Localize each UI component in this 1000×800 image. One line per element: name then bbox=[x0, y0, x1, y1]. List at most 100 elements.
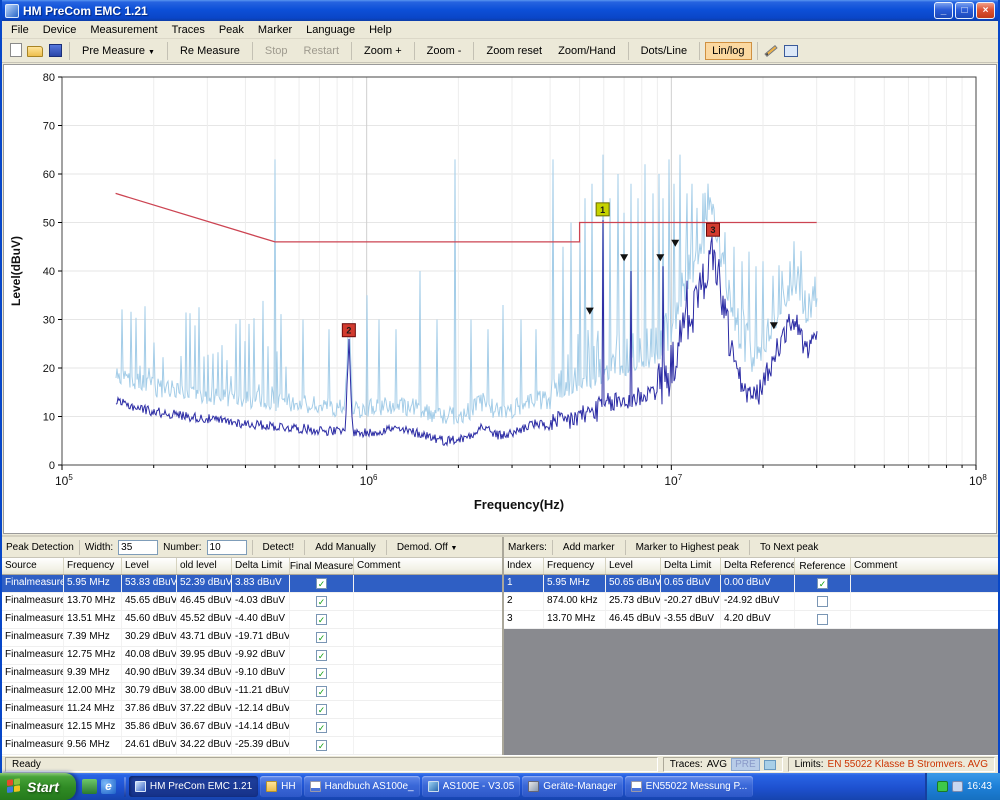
peak-table-row[interactable]: Finalmeasure11.24 MHz37.86 dBuV37.22 dBu… bbox=[2, 701, 502, 719]
column-header[interactable]: Delta Limit bbox=[232, 558, 290, 574]
peak-table-row[interactable]: Finalmeasure9.39 MHz40.90 dBuV39.34 dBuV… bbox=[2, 665, 502, 683]
tray-status-icon[interactable] bbox=[937, 781, 948, 792]
peak-table-row[interactable]: Finalmeasure7.39 MHz30.29 dBuV43.71 dBuV… bbox=[2, 629, 502, 647]
maximize-button[interactable]: □ bbox=[955, 2, 974, 19]
checkbox[interactable]: ✓ bbox=[316, 722, 327, 733]
checkbox[interactable]: ✓ bbox=[316, 668, 327, 679]
taskbar-item[interactable]: HH bbox=[260, 776, 301, 797]
checkbox[interactable]: ✓ bbox=[316, 614, 327, 625]
markers-title: Markers: bbox=[508, 542, 547, 553]
chart-marker-2[interactable]: 2 bbox=[342, 324, 355, 337]
scope-icon[interactable] bbox=[784, 43, 800, 58]
window-title: HM PreCom EMC 1.21 bbox=[23, 4, 934, 18]
table-cell: 46.45 dBuV bbox=[177, 593, 232, 610]
number-input[interactable] bbox=[207, 540, 247, 555]
column-header[interactable]: Comment bbox=[354, 558, 502, 574]
title-bar[interactable]: HM PreCom EMC 1.21 _ □ × bbox=[2, 0, 998, 21]
column-header[interactable]: old level bbox=[177, 558, 232, 574]
lin-log-button[interactable]: Lin/log bbox=[705, 42, 751, 60]
re-measure-button[interactable]: Re Measure bbox=[173, 42, 247, 60]
close-button[interactable]: × bbox=[976, 2, 995, 19]
checkbox[interactable]: ✓ bbox=[316, 740, 327, 751]
y-tick-label: 80 bbox=[43, 72, 55, 84]
taskbar-item[interactable]: HM PreCom EMC 1.21 bbox=[129, 776, 258, 797]
taskbar-item[interactable]: EN55022 Messung P... bbox=[625, 776, 754, 797]
tray-volume-icon[interactable] bbox=[952, 781, 963, 792]
dots-line-button[interactable]: Dots/Line bbox=[634, 42, 694, 60]
chart-marker-1[interactable]: 1 bbox=[596, 203, 609, 216]
detect-button[interactable]: Detect! bbox=[258, 541, 300, 554]
checkbox[interactable]: ✓ bbox=[316, 632, 327, 643]
table-cell: -9.10 dBuV bbox=[232, 665, 290, 682]
menu-item-measurement[interactable]: Measurement bbox=[83, 22, 164, 38]
add-manually-button[interactable]: Add Manually bbox=[310, 541, 381, 554]
desktop-icon[interactable] bbox=[82, 779, 97, 794]
column-header[interactable]: Delta Limit bbox=[661, 558, 721, 574]
minimize-button[interactable]: _ bbox=[934, 2, 953, 19]
triangle-marker-icon bbox=[620, 254, 628, 261]
column-header[interactable]: Level bbox=[606, 558, 661, 574]
menu-item-device[interactable]: Device bbox=[36, 22, 84, 38]
menu-item-traces[interactable]: Traces bbox=[165, 22, 212, 38]
checkbox[interactable]: ✓ bbox=[316, 686, 327, 697]
checkbox[interactable]: ✓ bbox=[316, 596, 327, 607]
zoom-hand-button[interactable]: Zoom/Hand bbox=[551, 42, 622, 60]
internet-explorer-icon[interactable]: e bbox=[101, 779, 116, 794]
chart-marker-3[interactable]: 3 bbox=[706, 223, 719, 236]
peak-table-row[interactable]: Finalmeasure12.15 MHz35.86 dBuV36.67 dBu… bbox=[2, 719, 502, 737]
column-header[interactable]: Frequency bbox=[64, 558, 122, 574]
taskbar-item[interactable]: Handbuch AS100e_ bbox=[304, 776, 420, 797]
new-file-icon[interactable] bbox=[7, 43, 23, 58]
checkbox[interactable]: ✓ bbox=[316, 650, 327, 661]
demod-dropdown[interactable]: Demod. Off ▼ bbox=[392, 541, 463, 554]
peak-table-row[interactable]: Finalmeasure13.51 MHz45.60 dBuV45.52 dBu… bbox=[2, 611, 502, 629]
pencil-icon[interactable] bbox=[764, 43, 780, 58]
column-header[interactable]: Comment bbox=[851, 558, 998, 574]
zoom-out-button[interactable]: Zoom - bbox=[420, 42, 469, 60]
width-input[interactable] bbox=[118, 540, 158, 555]
peak-table-row[interactable]: Finalmeasure9.56 MHz24.61 dBuV34.22 dBuV… bbox=[2, 737, 502, 755]
taskbar-item[interactable]: Geräte-Manager bbox=[522, 776, 622, 797]
peak-table-row[interactable]: Finalmeasure5.95 MHz53.83 dBuV52.39 dBuV… bbox=[2, 575, 502, 593]
taskbar-item[interactable]: AS100E - V3.05 bbox=[422, 776, 521, 797]
open-file-icon[interactable] bbox=[27, 43, 43, 58]
menu-item-marker[interactable]: Marker bbox=[251, 22, 299, 38]
column-header[interactable]: Reference bbox=[795, 558, 851, 574]
column-header[interactable]: Level bbox=[122, 558, 177, 574]
marker-table-header: Index Frequency Level Delta Limit Delta … bbox=[504, 558, 998, 575]
checkbox[interactable] bbox=[817, 614, 828, 625]
column-header[interactable]: Index bbox=[504, 558, 544, 574]
peak-table-row[interactable]: Finalmeasure13.70 MHz45.65 dBuV46.45 dBu… bbox=[2, 593, 502, 611]
spectrum-chart[interactable]: 01020304050607080105106107108Frequency(H… bbox=[4, 65, 996, 534]
peak-table-row[interactable]: Finalmeasure12.00 MHz30.79 dBuV38.00 dBu… bbox=[2, 683, 502, 701]
checkbox[interactable]: ✓ bbox=[316, 578, 327, 589]
checkbox[interactable]: ✓ bbox=[316, 704, 327, 715]
peak-table-row[interactable]: Finalmeasure12.75 MHz40.08 dBuV39.95 dBu… bbox=[2, 647, 502, 665]
checkbox[interactable] bbox=[817, 596, 828, 607]
to-next-peak-button[interactable]: To Next peak bbox=[755, 541, 823, 554]
table-cell: 13.70 MHz bbox=[64, 593, 122, 610]
save-icon[interactable] bbox=[47, 43, 63, 58]
zoom-in-button[interactable]: Zoom + bbox=[357, 42, 409, 60]
add-marker-button[interactable]: Add marker bbox=[558, 541, 620, 554]
menu-item-help[interactable]: Help bbox=[362, 22, 399, 38]
chevron-down-icon: ▼ bbox=[451, 545, 458, 552]
pre-measure-button[interactable]: Pre Measure ▼ bbox=[75, 42, 162, 60]
zoom-reset-button[interactable]: Zoom reset bbox=[479, 42, 549, 60]
column-header[interactable]: Delta Reference bbox=[721, 558, 795, 574]
marker-table-row[interactable]: 15.95 MHz50.65 dBuV0.65 dBuV0.00 dBuV✓ bbox=[504, 575, 998, 593]
start-button[interactable]: Start bbox=[0, 773, 76, 800]
marker-to-highest-peak-button[interactable]: Marker to Highest peak bbox=[631, 541, 744, 554]
column-header[interactable]: Final Measure bbox=[290, 558, 354, 574]
menu-item-language[interactable]: Language bbox=[299, 22, 362, 38]
column-header[interactable]: Frequency bbox=[544, 558, 606, 574]
checkbox[interactable]: ✓ bbox=[817, 578, 828, 589]
menu-item-file[interactable]: File bbox=[4, 22, 36, 38]
menu-item-peak[interactable]: Peak bbox=[212, 22, 251, 38]
marker-table-row[interactable]: 313.70 MHz46.45 dBuV-3.55 dBuV4.20 dBuV bbox=[504, 611, 998, 629]
taskbar-item-label: Geräte-Manager bbox=[543, 781, 616, 792]
column-header[interactable]: Source bbox=[2, 558, 64, 574]
taskbar-item-label: Handbuch AS100e_ bbox=[325, 781, 414, 792]
marker-table-row[interactable]: 2874.00 kHz25.73 dBuV-20.27 dBuV-24.92 d… bbox=[504, 593, 998, 611]
restart-button: Restart bbox=[297, 42, 346, 60]
